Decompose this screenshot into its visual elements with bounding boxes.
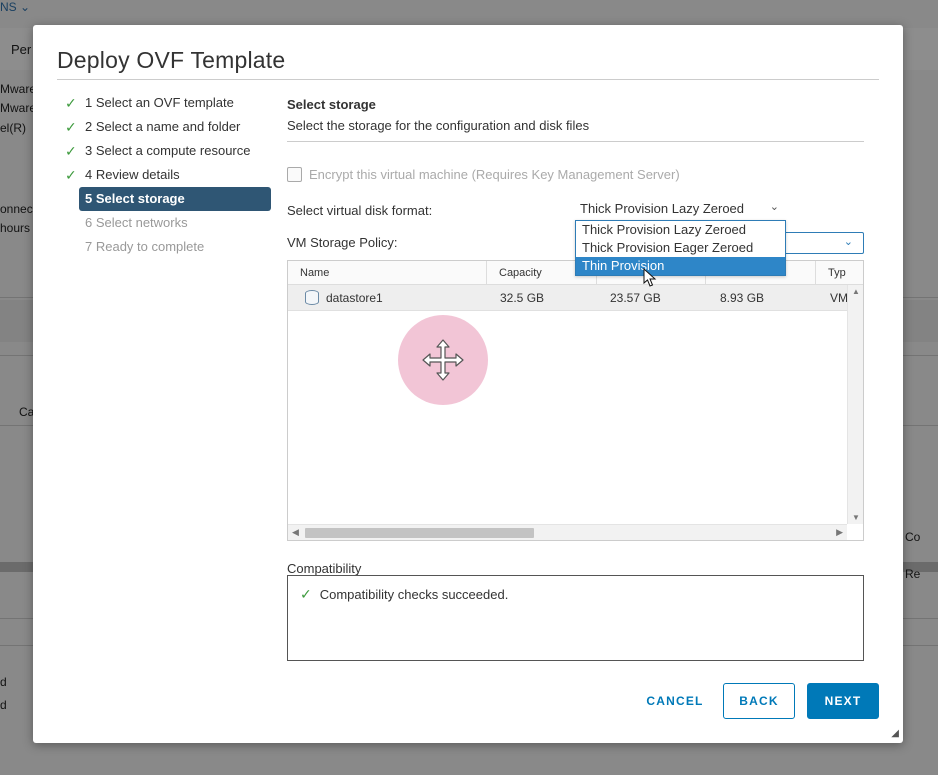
check-icon: ✓ [65, 167, 77, 183]
compatibility-label: Compatibility [287, 561, 362, 576]
cancel-button[interactable]: CANCEL [630, 683, 720, 719]
step-select-compute-resource[interactable]: ✓ 3 Select a compute resource [63, 139, 271, 163]
compatibility-box: ✓ Compatibility checks succeeded. [287, 575, 864, 661]
disk-format-dropdown: Thick Provision Lazy Zeroed Thick Provis… [575, 220, 786, 276]
step-label: 5 Select storage [85, 191, 185, 206]
step-select-networks: 6 Select networks [63, 211, 271, 235]
storage-policy-label: VM Storage Policy: [287, 235, 398, 250]
step-select-name-folder[interactable]: ✓ 2 Select a name and folder [63, 115, 271, 139]
mouse-pointer-icon [643, 268, 657, 287]
scroll-up-icon[interactable]: ▲ [852, 287, 860, 296]
content-panel: Select storage Select the storage for th… [287, 97, 864, 661]
scroll-down-icon[interactable]: ▼ [852, 513, 860, 522]
step-label: 2 Select a name and folder [85, 119, 241, 134]
step-select-storage[interactable]: 5 Select storage [79, 187, 271, 211]
vertical-scrollbar[interactable]: ▲ ▼ [847, 285, 863, 524]
title-divider [57, 79, 879, 80]
cell-free: 8.93 GB [720, 291, 765, 305]
cell-type: VM [830, 291, 848, 305]
datastore-icon [305, 290, 319, 305]
step-label: 3 Select a compute resource [85, 143, 251, 158]
dialog-title: Deploy OVF Template [57, 47, 286, 73]
option-thick-eager-zeroed[interactable]: Thick Provision Eager Zeroed [576, 239, 785, 257]
compatibility-message: ✓ Compatibility checks succeeded. [300, 586, 508, 603]
column-header-name[interactable]: Name [288, 261, 487, 285]
cell-provisioned: 23.57 GB [610, 291, 661, 305]
check-icon: ✓ [300, 586, 312, 602]
step-label: 4 Review details [85, 167, 180, 182]
move-cursor-icon [422, 339, 464, 381]
chevron-down-icon: ⌄ [843, 236, 853, 248]
compatibility-text: Compatibility checks succeeded. [319, 587, 509, 602]
disk-format-value: Thick Provision Lazy Zeroed [580, 201, 745, 216]
scrollbar-thumb[interactable] [305, 528, 534, 538]
back-button[interactable]: BACK [723, 683, 795, 719]
step-review-details[interactable]: ✓ 4 Review details [63, 163, 271, 187]
cell-name: datastore1 [326, 291, 383, 305]
encrypt-label: Encrypt this virtual machine (Requires K… [309, 167, 680, 182]
encrypt-option: Encrypt this virtual machine (Requires K… [287, 167, 680, 182]
column-header-type[interactable]: Typ [816, 261, 865, 285]
step-label: 6 Select networks [85, 215, 188, 230]
move-cursor-highlight [398, 315, 488, 405]
cell-capacity: 32.5 GB [500, 291, 545, 305]
section-subtitle: Select the storage for the configuration… [287, 118, 590, 133]
scroll-left-icon[interactable]: ◀ [292, 527, 299, 538]
section-title: Select storage [287, 97, 376, 112]
step-label: 7 Ready to complete [85, 239, 205, 254]
option-thin-provision[interactable]: Thin Provision [576, 257, 785, 275]
resize-handle-icon[interactable]: ◢ [891, 728, 899, 739]
disk-format-select[interactable]: Thick Provision Lazy Zeroed ⌄ [580, 201, 785, 219]
section-divider [287, 141, 864, 142]
datastore-table: Name Capacity Typ datastore1 32.5 GB 23.… [287, 260, 864, 541]
chevron-down-icon: ⌄ [769, 201, 779, 213]
check-icon: ✓ [65, 95, 77, 111]
check-icon: ✓ [65, 119, 77, 135]
check-icon: ✓ [65, 143, 77, 159]
step-label: 1 Select an OVF template [85, 95, 234, 110]
step-ready-to-complete: 7 Ready to complete [63, 235, 271, 259]
step-select-ovf-template[interactable]: ✓ 1 Select an OVF template [63, 91, 271, 115]
next-button[interactable]: NEXT [807, 683, 879, 719]
disk-format-label: Select virtual disk format: [287, 203, 433, 218]
encrypt-checkbox[interactable] [287, 167, 302, 182]
horizontal-scrollbar[interactable]: ◀ ▶ [288, 524, 847, 540]
scroll-right-icon[interactable]: ▶ [836, 527, 843, 538]
table-row[interactable]: datastore1 32.5 GB 23.57 GB 8.93 GB VM [288, 285, 848, 311]
deploy-ovf-dialog: Deploy OVF Template ✓ 1 Select an OVF te… [33, 25, 903, 743]
option-thick-lazy-zeroed[interactable]: Thick Provision Lazy Zeroed [576, 221, 785, 239]
wizard-steps: ✓ 1 Select an OVF template ✓ 2 Select a … [63, 91, 271, 259]
